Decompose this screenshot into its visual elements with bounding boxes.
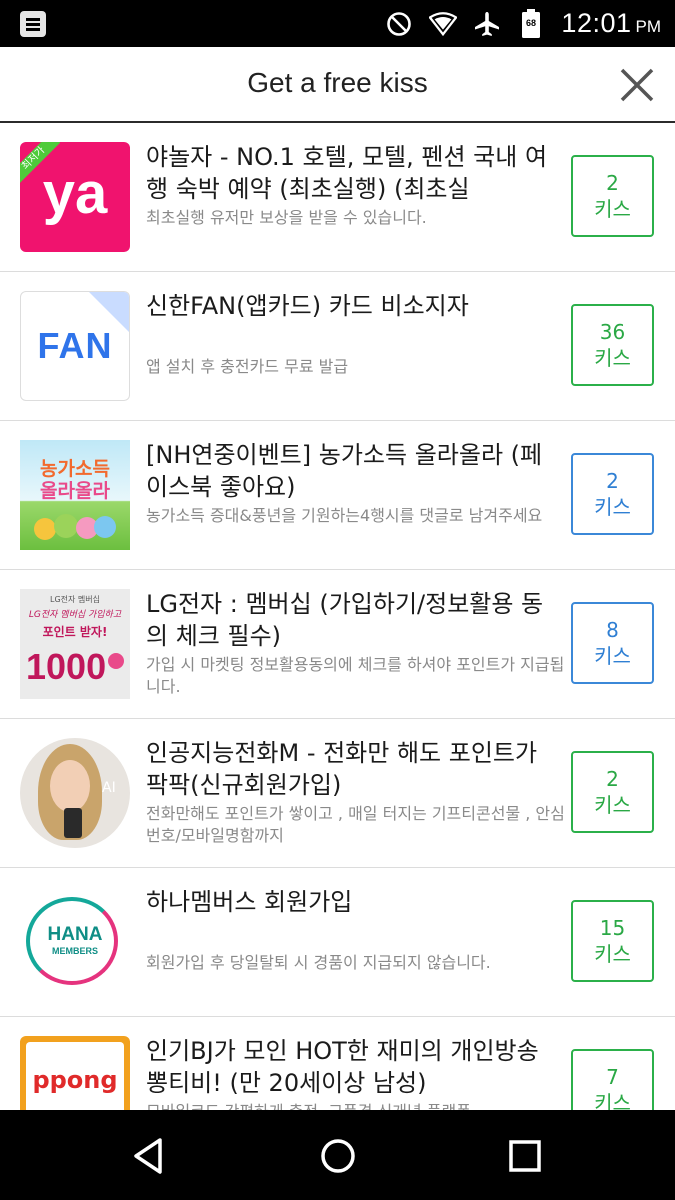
wifi-icon [429,10,458,38]
item-title: 인기BJ가 모인 HOT한 재미의 개인방송 뽕티비! (만 20세이상 남성) [146,1037,539,1097]
kiss-button[interactable]: 36 키스 [571,304,654,386]
kiss-button[interactable]: 2 키스 [571,453,654,535]
characters [34,514,116,542]
thumb-text-3: 포인트 받자! [42,625,108,639]
item-description: 최초실행 유저만 보상을 받을 수 있습니다. [146,208,427,227]
kiss-label: 키스 [594,793,631,817]
ya-logo: ya [42,161,108,226]
item-title: 하나멤버스 회원가입 [146,888,353,916]
thumb-text-1: 농가소득 [40,458,110,480]
kiss-count: 2 [606,767,619,791]
app-thumbnail: 농가소득 올라올라 [20,440,130,550]
kiss-count: 7 [606,1065,619,1089]
item-description: 모바일코드 간편하게 충전, 고품격 신개념 플랫폼 [146,1101,566,1110]
kiss-label: 키스 [594,346,631,370]
app-thumbnail: 최저가 ya [20,142,130,252]
back-button[interactable] [128,1134,172,1178]
thumb-text-4: 1000 [26,646,107,687]
item-description: 회원가입 후 당일탈퇴 시 경품이 지급되지 않습니다. [146,953,491,972]
hana-text-2: MEMBERS [51,946,98,956]
item-description: 가입 시 마켓팅 정보활용동의에 체크를 하셔야 포인트가 지급됩니다. [146,655,565,696]
clock-time: 12:01 [561,8,632,38]
kiss-button[interactable]: 15 키스 [571,900,654,982]
ppong-logo: ppong [32,1066,118,1094]
recents-button[interactable] [503,1134,547,1178]
person-face [50,760,90,812]
header: Get a free kiss [0,47,675,123]
item-description: 전화만해도 포인트가 쌓이고 , 매일 터지는 기프티콘선물 , 안심번호/모바… [146,804,565,845]
airplane-mode-icon [473,10,501,38]
kiss-count: 36 [599,320,626,344]
list-item[interactable]: HANA MEMBERS 하나멤버스 회원가입 회원가입 후 당일탈퇴 시 경품… [0,868,675,1017]
item-title: 신한FAN(앱카드) 카드 비소지자 [146,292,469,320]
close-button[interactable] [617,65,657,105]
item-description: 농가소득 증대&풍년을 기원하는4행시를 댓글로 남겨주세요 [146,506,543,525]
list-item[interactable]: LG전자 멤버십 LG전자 멤버십 가입하고 포인트 받자! 1000 LG전자… [0,570,675,719]
close-icon [620,68,654,102]
kiss-count: 15 [599,916,626,940]
kiss-count: 2 [606,171,619,195]
menu-icon[interactable] [20,11,46,37]
kiss-count: 2 [606,469,619,493]
thumb-text-2: LG전자 멤버십 가입하고 [28,610,122,620]
home-button[interactable] [316,1134,360,1178]
kiss-button[interactable]: 8 키스 [571,602,654,684]
kiss-label: 키스 [594,197,631,221]
offer-list: 최저가 ya 야놀자 - NO.1 호텔, 모텔, 펜션 국내 여행 숙박 예약… [0,123,675,1110]
back-icon [134,1138,162,1174]
kiss-label: 키스 [594,942,631,966]
app-thumbnail: FAN [20,291,130,401]
navigation-bar [0,1110,675,1200]
app-thumbnail: AI [20,738,130,848]
app-thumbnail: LG전자 멤버십 LG전자 멤버십 가입하고 포인트 받자! 1000 [20,589,130,699]
kiss-button[interactable]: 7 키스 [571,1049,654,1110]
kiss-label: 키스 [594,644,631,668]
app-thumbnail: ppong [20,1036,130,1110]
status-icons: 68 12:01 PM [385,0,661,47]
ai-label: AI [102,780,116,796]
status-bar: 68 12:01 PM [0,0,675,47]
do-not-disturb-icon [385,10,413,38]
list-item[interactable]: AI 인공지능전화M - 전화만 해도 포인트가 팍팍(신규회원가입) 전화만해… [0,719,675,868]
item-title: 인공지능전화M - 전화만 해도 포인트가 팍팍(신규회원가입) [146,739,538,799]
list-item[interactable]: 농가소득 올라올라 [NH연중이벤트] 농가소득 올라올라 (페이스북 좋아요)… [0,421,675,570]
page-title: Get a free kiss [247,67,428,98]
kiss-label: 키스 [594,1091,631,1110]
item-title: 야놀자 - NO.1 호텔, 모텔, 펜션 국내 여행 숙박 예약 (최초실행)… [146,143,548,203]
recents-icon [509,1140,541,1172]
point-badge-icon [108,653,124,669]
clock: 12:01 PM [561,8,661,39]
svg-text:68: 68 [526,18,536,28]
item-title: LG전자 : 멤버십 (가입하기/정보활용 동의 체크 필수) [146,590,544,650]
list-item[interactable]: ppong 인기BJ가 모인 HOT한 재미의 개인방송 뽕티비! (만 20세… [0,1017,675,1110]
item-title: [NH연중이벤트] 농가소득 올라올라 (페이스북 좋아요) [146,441,543,501]
thumb-text-2: 올라올라 [40,480,110,502]
battery-icon: 68 [517,8,545,38]
thumb-text-1: LG전자 멤버십 [50,595,100,604]
list-item[interactable]: 최저가 ya 야놀자 - NO.1 호텔, 모텔, 펜션 국내 여행 숙박 예약… [0,123,675,272]
kiss-button[interactable]: 2 키스 [571,155,654,237]
list-item[interactable]: FAN 신한FAN(앱카드) 카드 비소지자 앱 설치 후 충전카드 무료 발급… [0,272,675,421]
kiss-label: 키스 [594,495,631,519]
kiss-button[interactable]: 2 키스 [571,751,654,833]
home-icon [321,1139,355,1173]
item-description: 앱 설치 후 충전카드 무료 발급 [146,357,349,376]
hana-text-1: HANA [47,924,103,945]
phone-icon [64,808,82,838]
kiss-count: 8 [606,618,619,642]
app-thumbnail: HANA MEMBERS [20,887,130,997]
clock-ampm: PM [635,17,662,36]
fan-logo: FAN [37,325,113,366]
